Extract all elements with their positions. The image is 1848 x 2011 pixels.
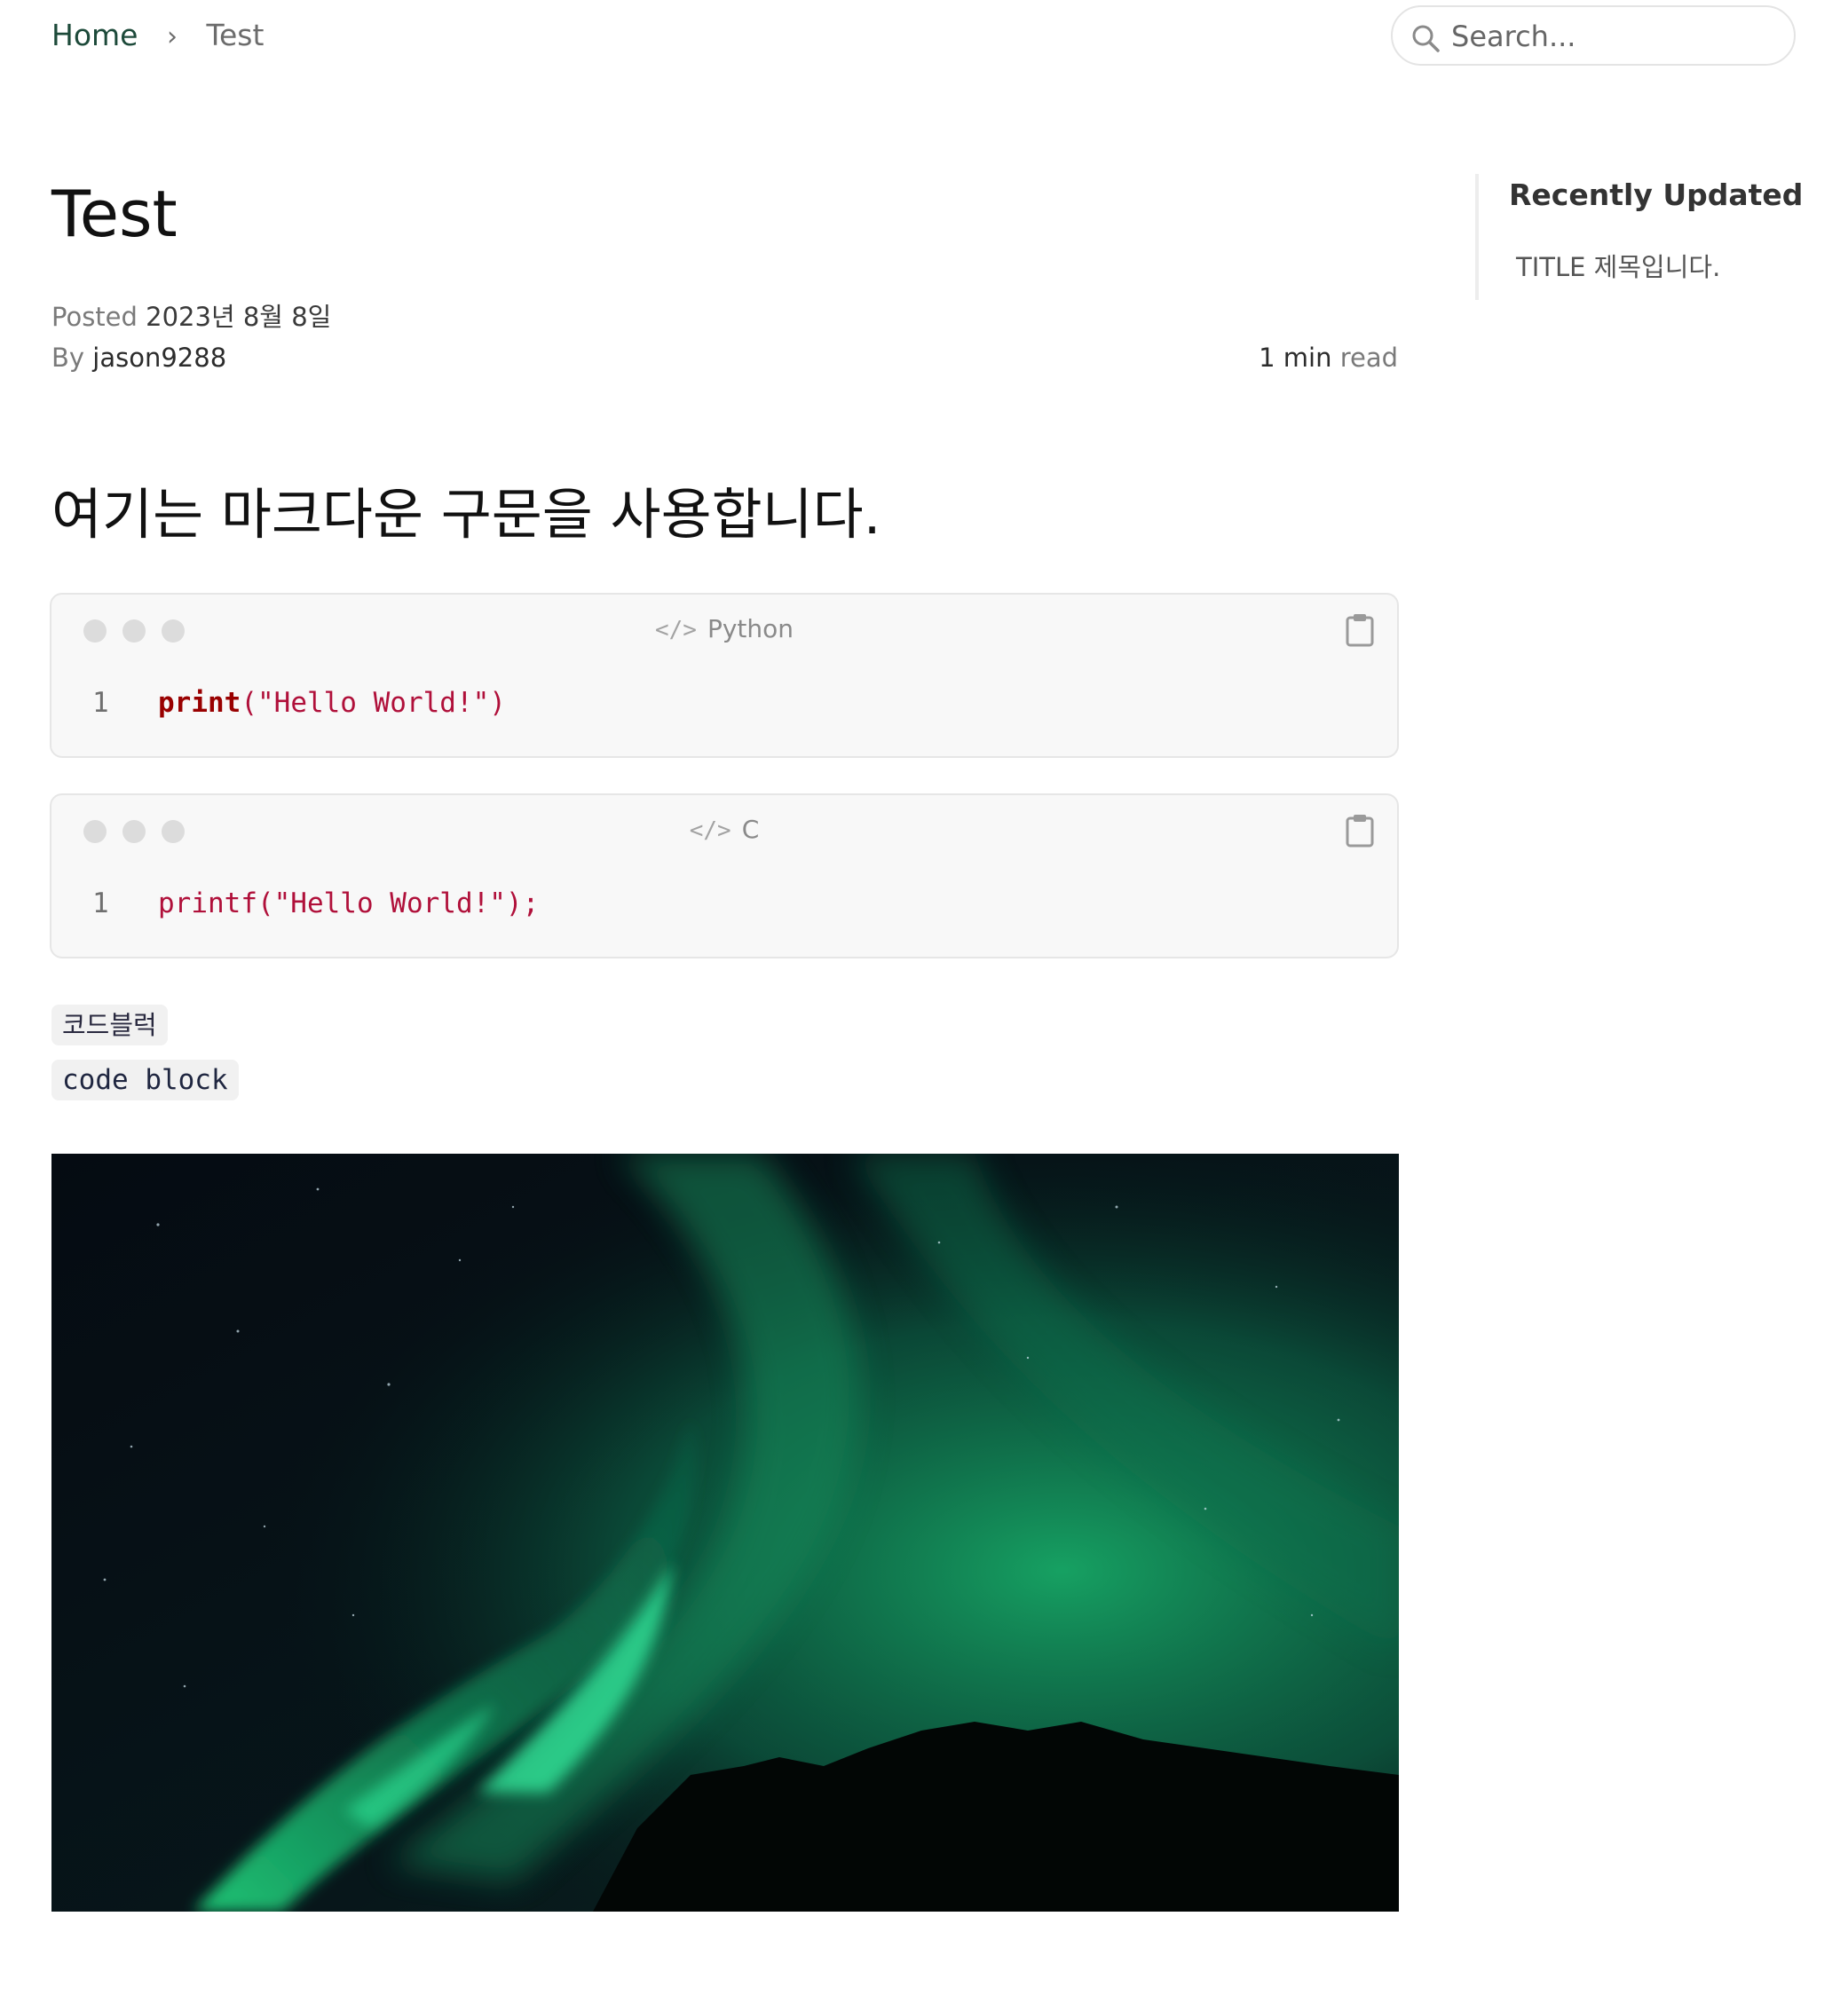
code-block-python: </> Python 1 print("Hello World!") <box>50 593 1399 758</box>
code-text: printf("Hello World!"); <box>158 887 540 919</box>
code-language-label: </> Python <box>51 614 1397 643</box>
breadcrumb-home-link[interactable]: Home <box>51 18 138 52</box>
line-number: 1 <box>92 687 109 719</box>
post-title: Test <box>51 177 178 251</box>
content-heading: 여기는 마크다운 구문을 사용합니다. <box>51 482 881 547</box>
sidebar-divider <box>1475 174 1479 300</box>
code-rest: ("Hello World!") <box>241 687 506 719</box>
breadcrumb: Home › Test <box>51 16 264 57</box>
code-block-c: </> C 1 printf("Hello World!"); <box>50 793 1399 958</box>
read-time-value: 1 min <box>1259 343 1332 373</box>
inline-code-korean: 코드블럭 <box>51 1005 168 1045</box>
by-label: By <box>51 343 85 373</box>
recently-updated-item[interactable]: TITLE 제목입니다. <box>1516 247 1720 284</box>
clipboard-icon[interactable] <box>1344 813 1376 848</box>
search-box[interactable] <box>1391 5 1796 66</box>
search-icon <box>1412 25 1440 52</box>
search-input[interactable] <box>1449 14 1781 59</box>
breadcrumb-current: Test <box>206 18 265 52</box>
recently-updated-title: Recently Updated <box>1509 177 1804 212</box>
language-name: C <box>741 815 760 844</box>
read-time: 1 min read <box>1259 343 1398 373</box>
aurora-illustration <box>51 1154 1399 1912</box>
aurora-image <box>51 1154 1399 1912</box>
clipboard-icon[interactable] <box>1344 612 1376 648</box>
inline-code-english: code block <box>51 1060 239 1100</box>
posted-date-value: 2023년 8월 8일 <box>146 302 332 332</box>
code-language-label: </> C <box>51 815 1397 844</box>
line-number: 1 <box>92 887 109 919</box>
post-date: Posted 2023년 8월 8일 <box>51 296 331 334</box>
author-name[interactable]: jason9288 <box>92 343 226 373</box>
code-line: 1 printf("Hello World!"); <box>92 887 539 919</box>
language-name: Python <box>707 614 794 643</box>
posted-label: Posted <box>51 302 138 332</box>
breadcrumb-separator: › <box>166 21 178 52</box>
code-icon: </> <box>689 817 731 844</box>
code-line: 1 print("Hello World!") <box>92 687 506 719</box>
code-keyword: print <box>158 687 241 719</box>
post-author: By jason9288 <box>51 343 226 373</box>
code-icon: </> <box>654 617 697 643</box>
read-time-label: read <box>1339 343 1398 373</box>
